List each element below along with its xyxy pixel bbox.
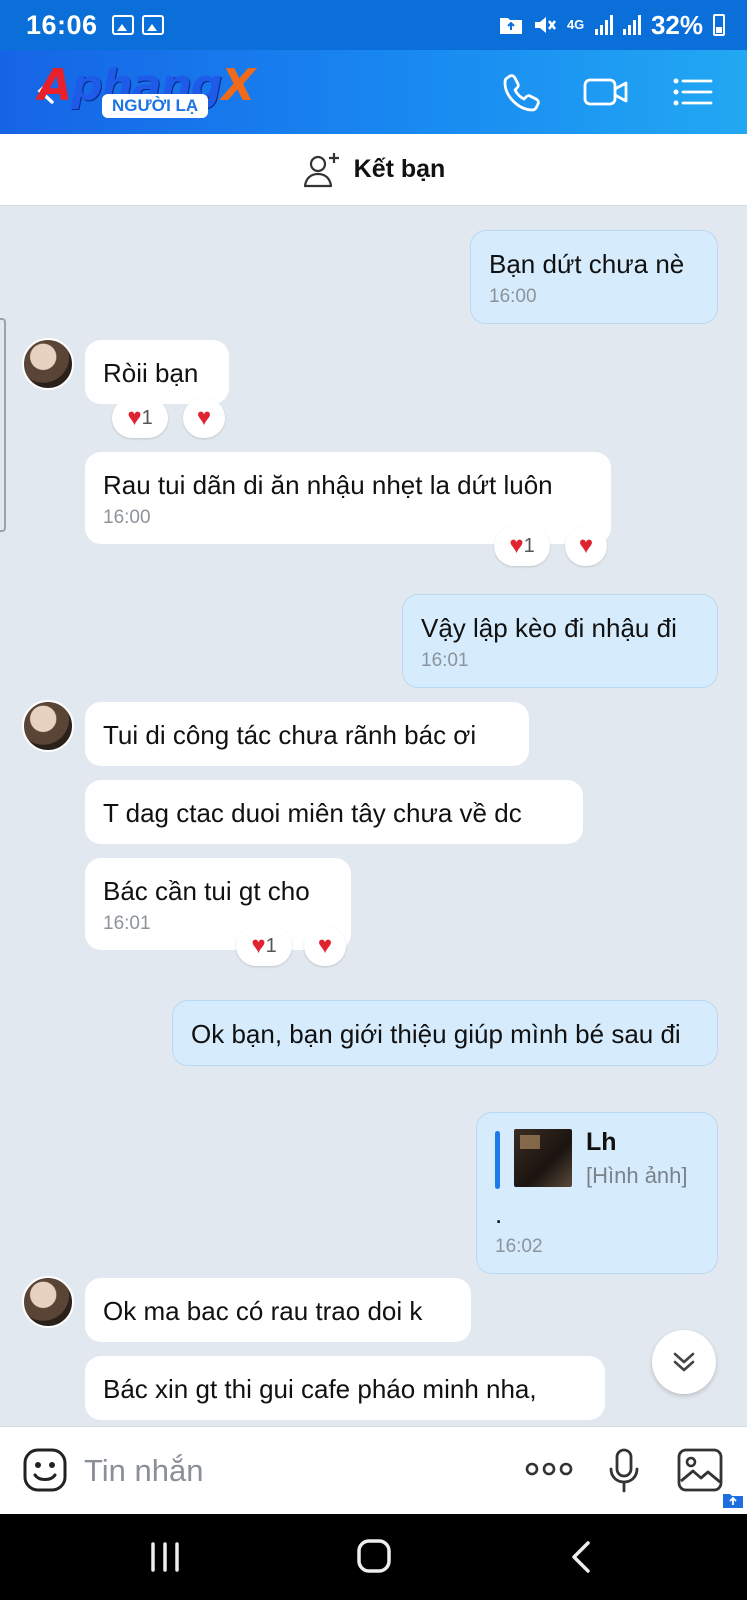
- message-bubble-outgoing[interactable]: Bạn dứt chưa nè 16:00: [470, 230, 718, 324]
- sender-avatar[interactable]: [22, 700, 74, 752]
- add-friend-icon: [303, 152, 339, 187]
- message-text: Ok ma bac có rau trao doi k: [103, 1296, 423, 1326]
- message-input-bar: Tin nhắn: [0, 1426, 747, 1514]
- microphone-icon[interactable]: [606, 1447, 642, 1495]
- back-icon[interactable]: [568, 1540, 594, 1574]
- heart-icon: ♥: [251, 932, 266, 959]
- message-bubble-incoming[interactable]: Tui di công tác chưa rãnh bác ơi: [85, 702, 529, 766]
- message-text: Bạn dứt chưa nè: [489, 249, 685, 279]
- signal-icon: [622, 15, 641, 35]
- reply-bar: [495, 1131, 500, 1189]
- chat-area[interactable]: Bạn dứt chưa nè 16:00 Ròii bạn ♥ 1 ♥ Rau …: [0, 206, 747, 1426]
- sender-avatar[interactable]: [22, 338, 74, 390]
- upload-folder-icon: [499, 18, 522, 34]
- add-friend-label: Kết bạn: [353, 155, 446, 183]
- message-text: T dag ctac duoi miên tây chưa về dc: [103, 798, 522, 828]
- react-heart-button[interactable]: ♥: [304, 926, 346, 966]
- battery-icon: [713, 14, 725, 36]
- gallery-notification-icon: [111, 15, 134, 35]
- reply-sender-name: Lh: [586, 1128, 617, 1156]
- message-text: Rau tui dãn di ăn nhậu nhẹt la dứt luôn: [103, 470, 553, 500]
- heart-icon: ♥: [509, 532, 524, 559]
- message-text: Ok bạn, bạn giới thiệu giúp mình bé sau …: [191, 1019, 681, 1049]
- recent-apps-icon[interactable]: [148, 1542, 182, 1572]
- message-bubble-incoming[interactable]: Ròii bạn: [85, 340, 229, 404]
- reaction-count[interactable]: ♥ 1: [494, 526, 550, 566]
- more-options-icon[interactable]: [524, 1459, 574, 1479]
- scroll-to-bottom-button[interactable]: [652, 1330, 716, 1394]
- message-bubble-incoming[interactable]: Bác xin gt thi gui cafe pháo minh nha,: [85, 1356, 605, 1420]
- message-text: Bác xin gt thi gui cafe pháo minh nha,: [103, 1374, 537, 1404]
- battery-percent: 32%: [650, 9, 703, 40]
- phone-call-icon[interactable]: [500, 70, 544, 114]
- double-chevron-down-icon: [673, 1352, 695, 1372]
- message-bubble-incoming[interactable]: Ok ma bac có rau trao doi k: [85, 1278, 471, 1342]
- message-bubble-outgoing[interactable]: Vậy lập kèo đi nhậu đi 16:01: [402, 594, 718, 688]
- heart-icon: ♥: [578, 532, 594, 559]
- message-bubble-outgoing[interactable]: Ok bạn, bạn giới thiệu giúp mình bé sau …: [172, 1000, 718, 1066]
- message-time: 16:01: [421, 650, 469, 671]
- message-text: Tui di công tác chưa rãnh bác ơi: [103, 720, 477, 750]
- stranger-badge: NGƯỜI LẠ: [102, 94, 209, 118]
- heart-icon: ♥: [317, 932, 333, 959]
- message-bubble-outgoing-reply[interactable]: Lh [Hình ảnh] . 16:02: [476, 1112, 718, 1274]
- heart-icon: ♥: [127, 404, 142, 431]
- reaction-count[interactable]: ♥ 1: [236, 926, 292, 966]
- message-time: 16:01: [103, 913, 151, 934]
- message-bubble-incoming[interactable]: T dag ctac duoi miên tây chưa về dc: [85, 780, 583, 844]
- reply-image-thumbnail[interactable]: [514, 1129, 572, 1187]
- notification-icons: [111, 15, 164, 35]
- mute-icon: [534, 17, 556, 33]
- gallery-notification-icon: [141, 15, 164, 35]
- status-bar: 16:06 4G 32%: [0, 0, 747, 50]
- emoji-sticker-icon[interactable]: [22, 1447, 68, 1493]
- scroll-edge: [0, 318, 6, 532]
- message-text: Vậy lập kèo đi nhậu đi: [421, 613, 677, 643]
- upload-badge-icon: [723, 1494, 743, 1508]
- react-heart-button[interactable]: ♥: [565, 526, 607, 566]
- network-type: 4G: [566, 17, 585, 32]
- menu-list-icon[interactable]: [670, 70, 714, 114]
- reply-content-type: [Hình ảnh]: [586, 1163, 688, 1188]
- video-call-icon[interactable]: [582, 70, 630, 114]
- add-friend-bar[interactable]: Kết bạn: [0, 134, 747, 206]
- heart-icon: ♥: [196, 404, 212, 431]
- chat-header: AphangX NGƯỜI LẠ: [0, 50, 747, 134]
- sender-avatar[interactable]: [22, 1276, 74, 1328]
- message-time: 16:00: [489, 286, 537, 307]
- message-text: Bác cần tui gt cho: [103, 876, 310, 906]
- status-right: 4G 32%: [499, 10, 725, 41]
- system-nav-bar: [0, 1514, 747, 1600]
- message-text: .: [495, 1199, 503, 1229]
- reaction-count[interactable]: ♥ 1: [112, 398, 168, 438]
- image-gallery-icon[interactable]: [676, 1447, 724, 1493]
- message-text: Ròii bạn: [103, 358, 199, 388]
- home-icon[interactable]: [356, 1538, 392, 1574]
- message-time: 16:02: [495, 1236, 543, 1257]
- message-input[interactable]: Tin nhắn: [84, 1453, 204, 1489]
- status-time: 16:06: [26, 9, 98, 40]
- react-heart-button[interactable]: ♥: [183, 398, 225, 438]
- quoted-reply[interactable]: Lh [Hình ảnh]: [495, 1128, 699, 1191]
- signal-icon: [594, 15, 613, 35]
